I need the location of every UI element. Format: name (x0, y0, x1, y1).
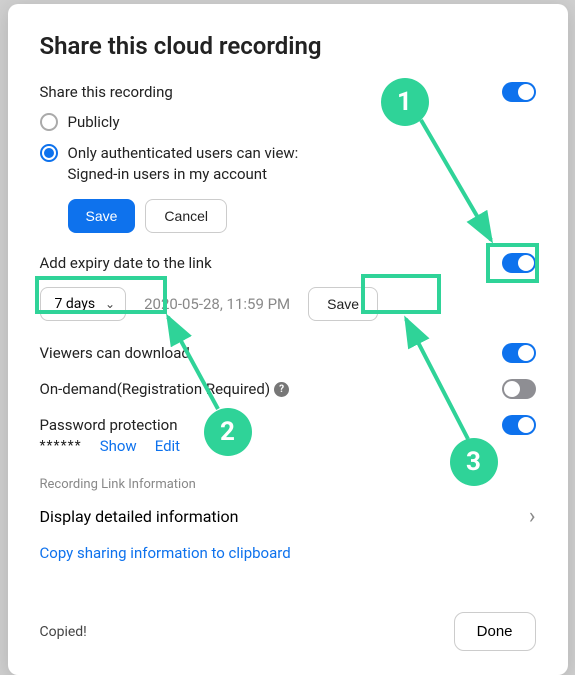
chevron-right-icon: › (529, 504, 536, 529)
radio-icon (40, 113, 58, 131)
radio-auth-line1: Only authenticated users can view: (68, 144, 299, 162)
password-protection-toggle[interactable] (502, 415, 536, 435)
password-protection-label: Password protection (40, 416, 178, 434)
radio-auth-line2: Signed-in users in my account (68, 164, 299, 185)
share-toggle[interactable] (502, 82, 536, 102)
expiry-label: Add expiry date to the link (40, 254, 212, 272)
chevron-down-icon: ⌄ (105, 297, 115, 311)
edit-password-link[interactable]: Edit (155, 437, 180, 455)
expiry-save-button[interactable]: Save (308, 287, 378, 321)
expiry-select[interactable]: 7 days ⌄ (40, 287, 127, 321)
share-section-label: Share this recording (40, 83, 173, 101)
radio-publicly[interactable]: Publicly (40, 112, 536, 133)
radio-authenticated[interactable]: Only authenticated users can view: Signe… (40, 143, 536, 185)
share-recording-modal: Share this cloud recording Share this re… (8, 4, 568, 675)
copied-status: Copied! (40, 624, 87, 640)
copy-sharing-link[interactable]: Copy sharing information to clipboard (40, 544, 291, 562)
show-password-link[interactable]: Show (100, 437, 137, 455)
expiry-toggle[interactable] (502, 253, 536, 273)
viewers-download-toggle[interactable] (502, 343, 536, 363)
expiry-date-text: 2020-05-28, 11:59 PM (144, 295, 290, 313)
share-radio-group: Publicly Only authenticated users can vi… (40, 112, 536, 185)
radio-label-auth: Only authenticated users can view: Signe… (68, 143, 299, 185)
help-icon[interactable]: ? (274, 382, 289, 397)
link-info-heading: Recording Link Information (40, 477, 536, 492)
radio-icon-selected (40, 144, 58, 162)
password-mask: ****** (40, 438, 82, 454)
viewers-download-label: Viewers can download (40, 344, 190, 362)
on-demand-label: On-demand(Registration Required) ? (40, 380, 290, 398)
modal-title: Share this cloud recording (40, 32, 536, 60)
on-demand-text: On-demand(Registration Required) (40, 380, 271, 398)
save-button[interactable]: Save (68, 199, 136, 233)
done-button[interactable]: Done (454, 612, 536, 651)
on-demand-toggle[interactable] (502, 379, 536, 399)
radio-label-publicly: Publicly (68, 112, 120, 133)
expiry-select-value: 7 days (55, 296, 96, 312)
display-detailed-row[interactable]: Display detailed information › (40, 504, 536, 529)
display-detailed-label: Display detailed information (40, 507, 239, 526)
anno-arrow-2 (158, 309, 248, 419)
cancel-button[interactable]: Cancel (145, 199, 227, 233)
